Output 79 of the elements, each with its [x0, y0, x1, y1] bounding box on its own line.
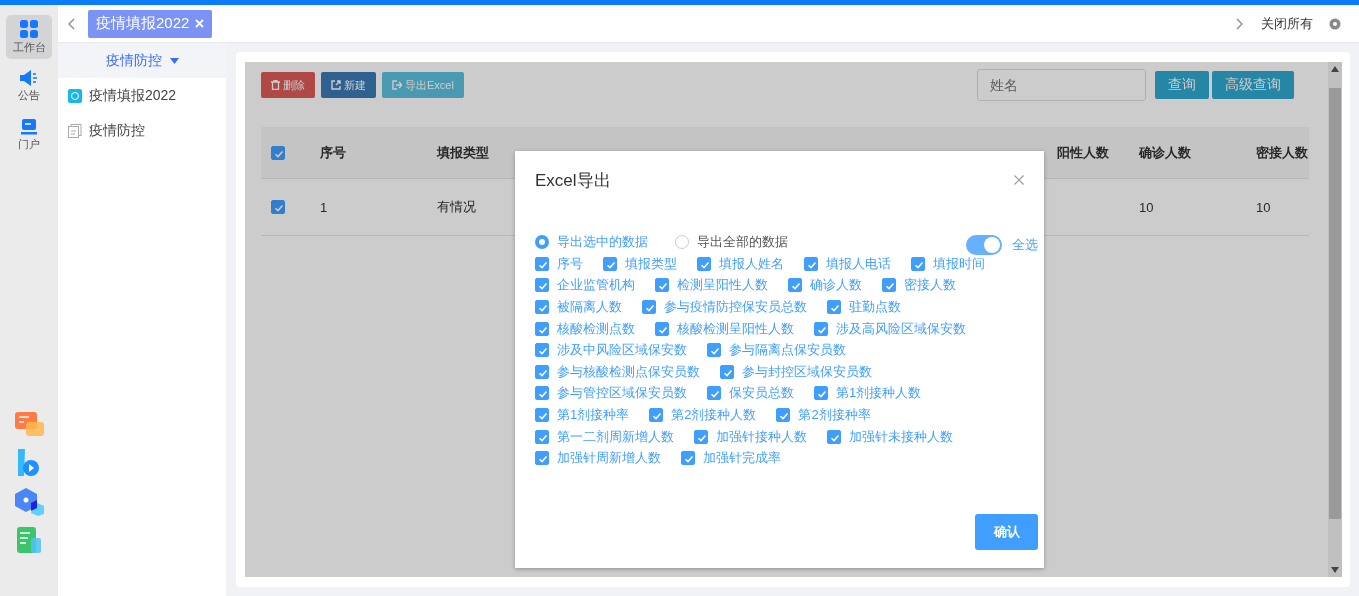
menu-dropdown[interactable]: 疫情防控 [58, 43, 226, 78]
close-icon[interactable] [1014, 175, 1024, 185]
megaphone-icon [20, 69, 38, 86]
field-checkbox[interactable]: 填报时间 [911, 253, 985, 275]
chat-bubbles-icon[interactable] [14, 412, 44, 438]
caret-icon [169, 57, 179, 64]
field-checkbox[interactable]: 参与核酸检测点保安员数 [535, 360, 700, 383]
grid-icon [20, 19, 38, 38]
field-checkbox[interactable]: 填报类型 [603, 253, 677, 275]
field-checkbox[interactable]: 填报人电话 [804, 253, 891, 275]
app-icon [68, 88, 82, 103]
share-icon [331, 80, 341, 90]
arrow-up-icon[interactable] [1331, 66, 1339, 72]
select-all-toggle[interactable] [966, 235, 1002, 255]
field-checkbox[interactable]: 第1剂接种人数 [814, 382, 922, 405]
rail-item[interactable]: 工作台 [6, 15, 52, 59]
field-checkbox[interactable]: 驻勤点数 [827, 296, 901, 318]
sidebar-item[interactable]: 疫情填报2022 [58, 78, 226, 113]
confirm-button[interactable]: 确认 [975, 514, 1038, 550]
field-checkbox[interactable]: 涉及中风险区域保安数 [535, 339, 687, 361]
export-icon [392, 80, 402, 90]
column-header: 确诊人数 [1137, 143, 1192, 162]
close-all-link[interactable]: 关闭所有 [1261, 14, 1313, 33]
table-cell: 10 [1256, 199, 1271, 215]
table-cell: 10 [1139, 199, 1154, 215]
field-checkbox[interactable]: 加强针未接种人数 [827, 425, 953, 448]
trash-icon [271, 80, 280, 90]
sidebar-item[interactable]: 疫情防控 [58, 113, 226, 148]
table-cell: 1 [320, 199, 328, 215]
field-checkbox[interactable]: 企业监管机构 [535, 274, 635, 297]
name-search-field[interactable]: 姓名 [977, 69, 1146, 101]
field-checkbox[interactable]: 被隔离人数 [535, 296, 622, 318]
field-checkbox[interactable]: 加强针周新增人数 [535, 447, 661, 469]
table-cell: 有情况 [437, 199, 476, 214]
row-checkbox[interactable] [271, 200, 285, 214]
query-button[interactable]: 查询 [1155, 71, 1209, 99]
hexagon-icon[interactable] [14, 488, 44, 516]
column-header: 密接人数 [1255, 143, 1309, 162]
arrow-down-icon[interactable] [1331, 567, 1339, 573]
document-icon [68, 123, 82, 138]
dialog-title: Excel导出 [535, 169, 611, 192]
field-checkbox[interactable]: 第2剂接种率 [776, 404, 871, 426]
toolbar-button[interactable]: 导出Excel [382, 72, 464, 98]
field-checkbox[interactable]: 第1剂接种率 [535, 404, 630, 426]
field-checkbox[interactable]: 密接人数 [882, 274, 956, 297]
query-button[interactable]: 高级查询 [1212, 71, 1294, 99]
select-all-checkbox[interactable] [271, 145, 285, 160]
field-checkbox[interactable]: 核酸检测呈阳性人数 [655, 317, 794, 340]
field-checkbox[interactable]: 加强针完成率 [681, 447, 781, 469]
field-checkbox[interactable]: 涉及高风险区域保安数 [814, 317, 966, 340]
field-checkbox[interactable]: 参与隔离点保安员数 [707, 339, 846, 361]
field-checkbox[interactable]: 序号 [535, 253, 583, 275]
field-checkbox[interactable]: 参与封控区域保安员数 [720, 360, 872, 383]
field-checkbox[interactable]: 参与疫情防控保安员总数 [642, 296, 807, 318]
rail-item[interactable]: 公告 [6, 64, 52, 108]
page-tab[interactable]: 疫情填报2022 [88, 9, 213, 38]
rail-item[interactable]: 门户 [6, 113, 52, 157]
scope-radio[interactable]: 导出选中的数据 [535, 233, 648, 251]
column-header: 阳性人数 [1056, 143, 1110, 162]
field-checkbox[interactable]: 参与管控区域保安员数 [535, 382, 687, 405]
letter-b-icon[interactable] [18, 449, 40, 477]
field-checkbox[interactable]: 第一二剂周新增人数 [535, 425, 674, 448]
toolbar-button[interactable]: 删除 [261, 72, 315, 98]
column-header: 填报类型 [435, 143, 490, 162]
settings-icon[interactable] [1329, 17, 1341, 30]
scope-radio[interactable]: 导出全部的数据 [675, 233, 788, 251]
select-all-label: 全选 [1012, 236, 1038, 254]
column-header: 序号 [319, 143, 347, 162]
field-checkbox[interactable]: 填报人姓名 [697, 253, 784, 275]
toolbar-button[interactable]: 新建 [321, 72, 376, 98]
field-checkbox[interactable]: 检测呈阳性人数 [655, 274, 768, 297]
field-checkbox[interactable]: 加强针接种人数 [694, 425, 807, 448]
monitor-icon [21, 118, 37, 135]
document-icon[interactable] [16, 527, 42, 554]
field-checkbox[interactable]: 确诊人数 [788, 274, 862, 297]
scrollbar[interactable] [1328, 62, 1342, 577]
field-checkbox[interactable]: 第2剂接种人数 [649, 404, 757, 426]
field-checkbox[interactable]: 保安员总数 [707, 382, 794, 405]
field-checkbox[interactable]: 核酸检测点数 [535, 317, 635, 340]
